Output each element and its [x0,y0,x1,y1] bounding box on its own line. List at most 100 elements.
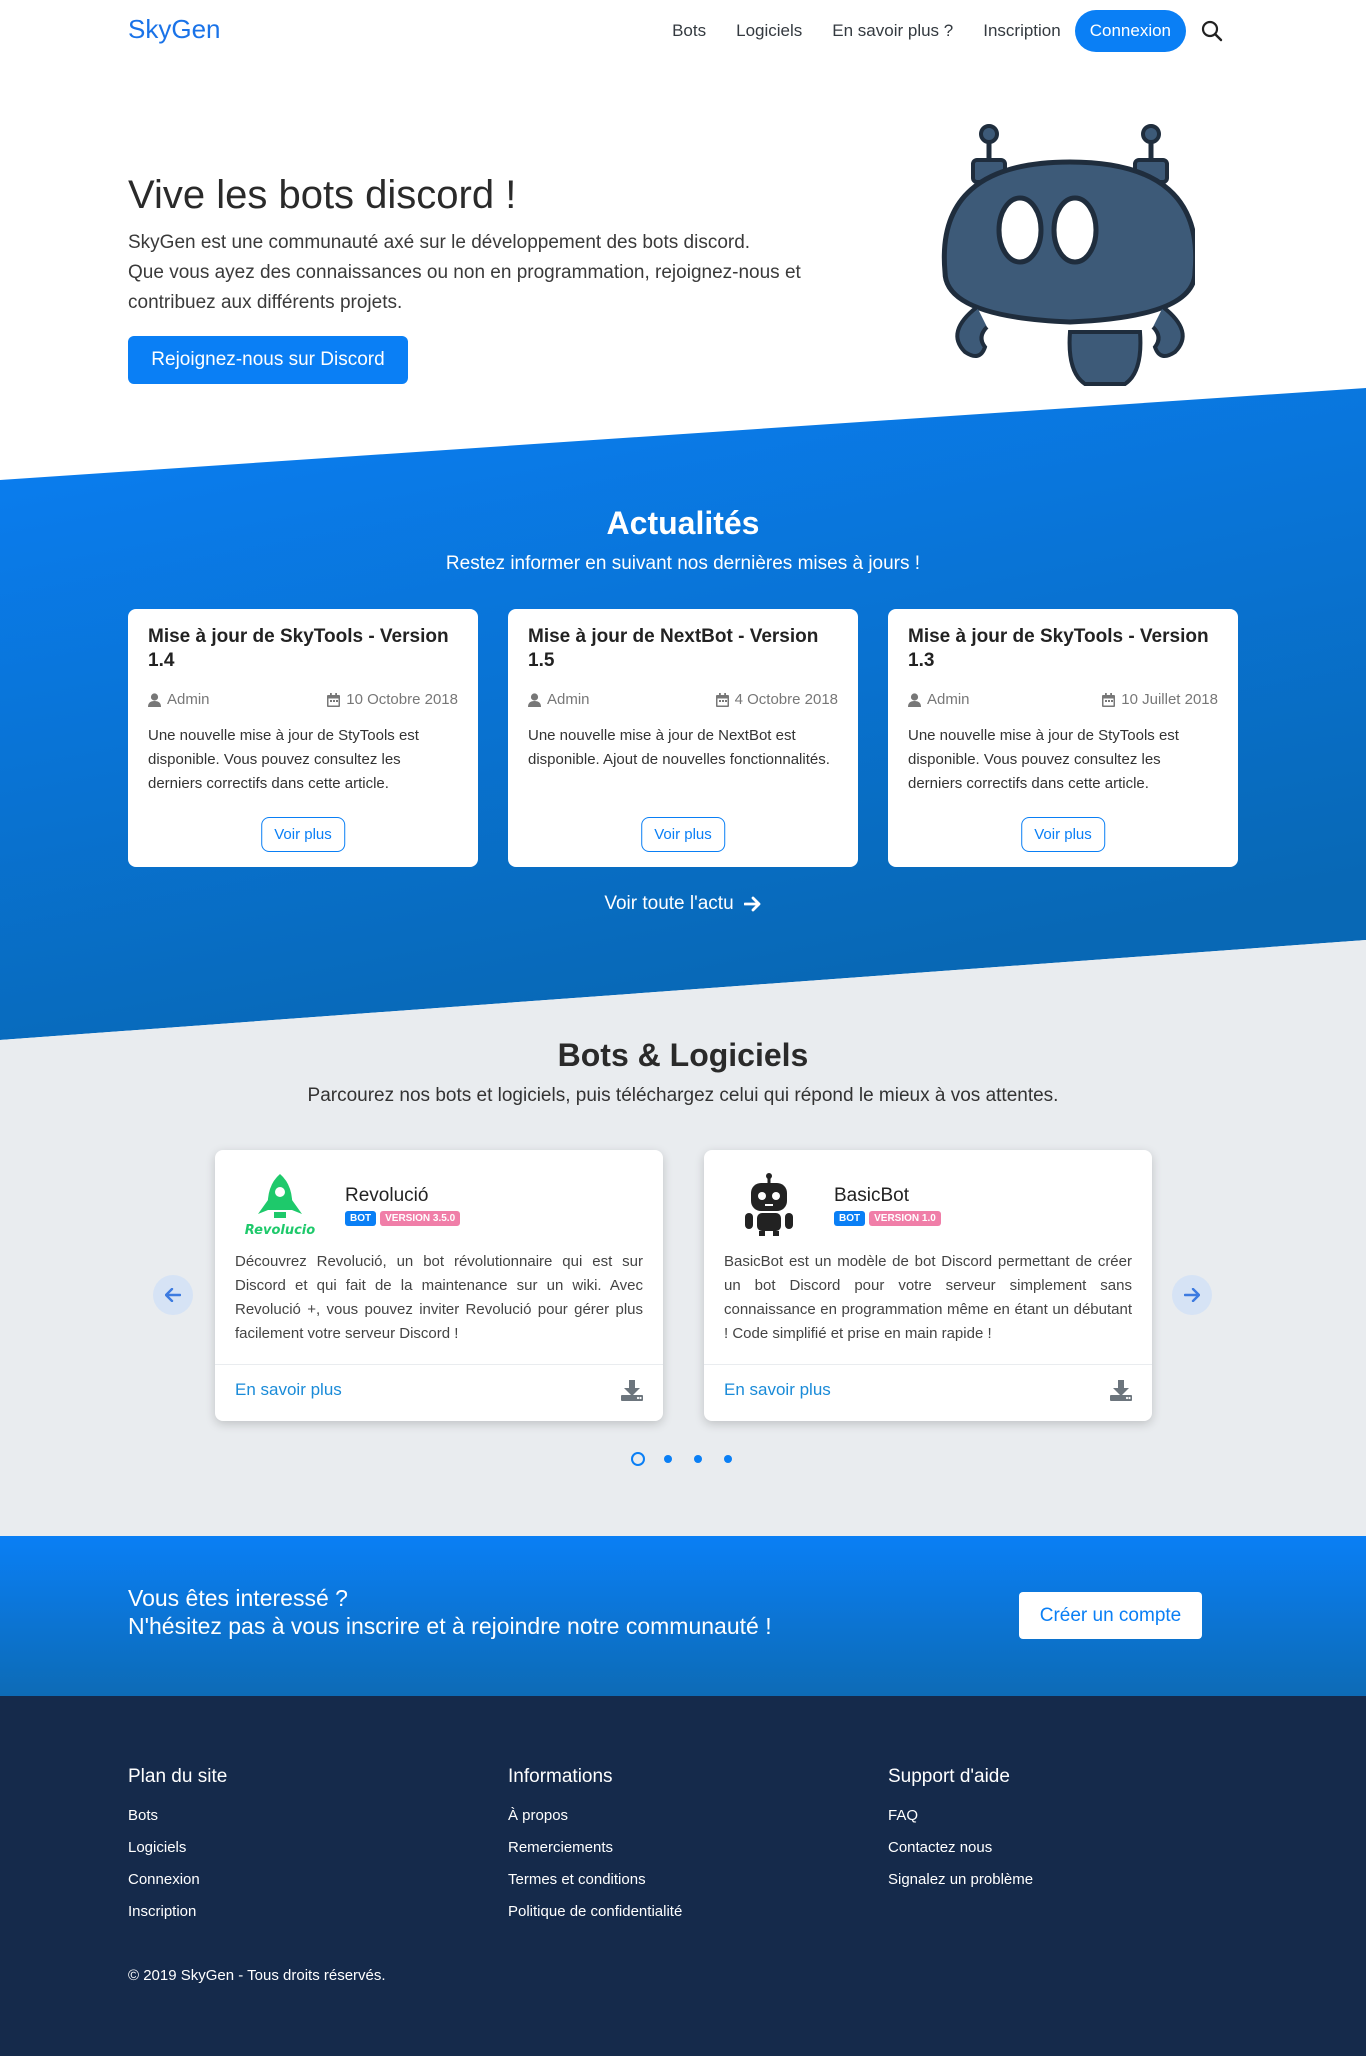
footer-column-info: Informations À propos Remerciements Term… [508,1766,682,1928]
user-icon [908,692,921,707]
arrow-right-icon [743,896,761,912]
footer-link[interactable]: Bots [128,1800,227,1832]
carousel-next-button[interactable] [1172,1275,1212,1315]
basicbot-logo [724,1170,814,1240]
version-badge: VERSION 1.0 [869,1210,941,1226]
carousel-prev-button[interactable] [153,1275,193,1315]
bot-description: Découvrez Revolució, un bot révolutionna… [235,1253,643,1342]
navbar: SkyGen Bots Logiciels En savoir plus ? I… [0,0,1366,60]
bot-name: Revolució [345,1184,429,1206]
hero-line: contribuez aux différents projets. [128,292,403,313]
news-card: Mise à jour de NextBot - Version 1.5 Adm… [508,609,858,867]
hero-line: Que vous ayez des connaissances ou non e… [128,262,801,283]
news-card-title[interactable]: Mise à jour de NextBot - Version 1.5 [528,625,838,679]
nav-link-inscription[interactable]: Inscription [983,11,1060,51]
news-card-title[interactable]: Mise à jour de SkyTools - Version 1.4 [148,625,458,679]
footer-link[interactable]: Politique de confidentialité [508,1896,682,1928]
bots-section-background [0,940,1366,1536]
cta-line-2: N'hésitez pas à vous inscrire et à rejoi… [128,1613,772,1639]
hero-description: SkyGen est une communauté axé sur le dév… [128,228,858,318]
type-badge: BOT [345,1210,377,1226]
read-more-button[interactable]: Voir plus [641,817,725,852]
nav-link-bots[interactable]: Bots [672,11,706,51]
footer-link[interactable]: Contactez nous [888,1832,1033,1864]
bots-title: Bots & Logiciels [557,1037,809,1073]
date: 4 Octobre 2018 [715,691,838,708]
news-card: Mise à jour de SkyTools - Version 1.4 Ad… [128,609,478,867]
news-card-title[interactable]: Mise à jour de SkyTools - Version 1.3 [908,625,1218,679]
arrow-left-icon [165,1288,181,1302]
footer: Plan du site Bots Logiciels Connexion In… [0,1696,1366,2056]
user-icon [528,692,541,707]
author-name: Admin [167,691,210,708]
news-card-meta: Admin 4 Octobre 2018 [528,691,838,708]
bot-name: BasicBot [834,1184,909,1206]
footer-heading: Plan du site [128,1766,228,1787]
footer-link[interactable]: Logiciels [128,1832,227,1864]
type-badge: BOT [834,1210,866,1226]
learn-more-link[interactable]: En savoir plus [235,1380,342,1400]
bot-card-header: Revolucio Revolució BOT VERSION 3.5.0 [235,1170,461,1240]
signup-cta-banner: Vous êtes interessé ? N'hésitez pas à vo… [0,1536,1366,1696]
footer-heading: Informations [508,1766,613,1787]
bot-description: BasicBot est un modèle de bot Discord pe… [724,1253,1132,1342]
login-button[interactable]: Connexion [1074,10,1186,52]
author-name: Admin [547,691,590,708]
carousel-dot[interactable] [721,1452,735,1466]
date: 10 Octobre 2018 [327,691,458,708]
bot-badges: BOT VERSION 1.0 [834,1210,941,1226]
bots-subtitle: Parcourez nos bots et logiciels, puis té… [307,1085,1059,1106]
create-account-button[interactable]: Créer un compte [1019,1592,1202,1639]
news-card-text: Une nouvelle mise à jour de StyTools est… [908,727,1179,792]
join-discord-button[interactable]: Rejoignez-nous sur Discord [128,336,408,384]
cta-text: Vous êtes interessé ? N'hésitez pas à vo… [128,1584,772,1640]
bot-card-header: BasicBot BOT VERSION 1.0 [724,1170,941,1240]
bot-card-footer: En savoir plus [704,1364,1152,1421]
news-card: Mise à jour de SkyTools - Version 1.3 Ad… [888,609,1238,867]
carousel-dot[interactable] [691,1452,705,1466]
read-more-button[interactable]: Voir plus [1021,817,1105,852]
author: Admin [528,691,590,708]
author-name: Admin [927,691,970,708]
footer-link[interactable]: Remerciements [508,1832,682,1864]
all-news-label: Voir toute l'actu [604,893,734,914]
date: 10 Juillet 2018 [1102,691,1218,708]
calendar-icon [715,692,729,707]
author: Admin [908,691,970,708]
news-card-meta: Admin 10 Octobre 2018 [148,691,458,708]
all-news-link[interactable]: Voir toute l'actu [0,893,1366,915]
news-title: Actualités [606,505,760,541]
copyright: © 2019 SkyGen - Tous droits réservés. [128,1967,386,1984]
robot-mascot-illustration [925,122,1199,392]
hero-line: SkyGen est une communauté axé sur le dév… [128,232,751,253]
footer-link[interactable]: Termes et conditions [508,1864,682,1896]
brand-logo[interactable]: SkyGen [128,14,221,45]
read-more-button[interactable]: Voir plus [261,817,345,852]
download-icon[interactable] [1110,1379,1132,1406]
learn-more-link[interactable]: En savoir plus [724,1380,831,1400]
date-text: 4 Octobre 2018 [734,691,838,708]
carousel-dot-active[interactable] [631,1452,645,1466]
calendar-icon [1102,692,1116,707]
date-text: 10 Octobre 2018 [346,691,458,708]
download-icon[interactable] [621,1379,643,1406]
footer-link[interactable]: À propos [508,1800,682,1832]
search-icon[interactable] [1198,17,1226,45]
nav-links: Bots Logiciels En savoir plus ? Inscript… [642,10,1226,52]
carousel-dot[interactable] [661,1452,675,1466]
footer-link[interactable]: Connexion [128,1864,227,1896]
news-card-text: Une nouvelle mise à jour de NextBot est … [528,727,830,768]
footer-link[interactable]: Inscription [128,1896,227,1928]
cta-line-1: Vous êtes interessé ? [128,1585,348,1611]
footer-link[interactable]: Signalez un problème [888,1864,1033,1896]
footer-link[interactable]: FAQ [888,1800,1033,1832]
bot-card: BasicBot BOT VERSION 1.0 BasicBot est un… [704,1150,1152,1421]
revolucio-logo-text: Revolucio [245,1223,315,1238]
bot-card-footer: En savoir plus [215,1364,663,1421]
arrow-right-icon [1184,1288,1200,1302]
bot-card: Revolucio Revolució BOT VERSION 3.5.0 Dé… [215,1150,663,1421]
date-text: 10 Juillet 2018 [1121,691,1218,708]
carousel-indicators [0,1452,1366,1466]
nav-link-logiciels[interactable]: Logiciels [736,11,802,51]
nav-link-about[interactable]: En savoir plus ? [832,11,953,51]
